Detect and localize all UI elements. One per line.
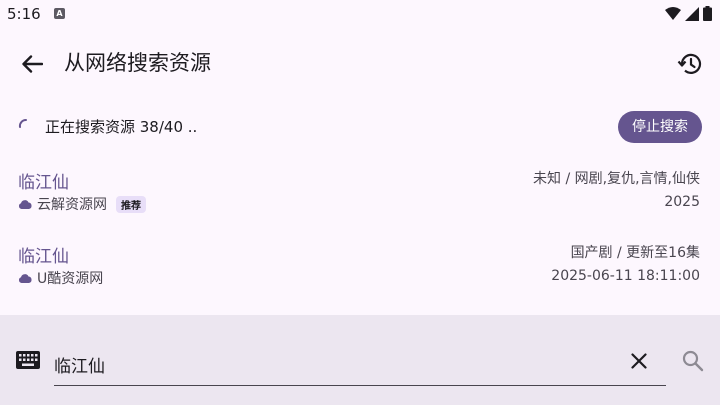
stop-search-button[interactable]: 停止搜索 <box>618 111 702 143</box>
search-button[interactable] <box>680 348 706 374</box>
close-icon <box>631 353 647 369</box>
page-title: 从网络搜索资源 <box>64 51 211 75</box>
wifi-icon <box>665 6 681 20</box>
history-icon <box>677 53 702 74</box>
result-item[interactable]: 临江仙 U酷资源网 国产剧 / 更新至16集 2025-06-11 18:11:… <box>0 242 720 306</box>
search-input[interactable] <box>54 343 666 386</box>
status-icons <box>665 6 712 21</box>
arrow-back-icon <box>22 55 43 73</box>
result-updated-time: 2025-06-11 18:11:00 <box>551 268 700 284</box>
recommend-badge: 推荐 <box>116 195 146 213</box>
search-progress: 正在搜索资源 38/40 .. 停止搜索 <box>0 108 720 146</box>
result-title: 临江仙 <box>18 173 69 193</box>
result-meta: 未知 / 网剧,复仇,言情,仙侠 <box>533 171 700 187</box>
result-source: U酷资源网 <box>18 268 103 288</box>
result-source: 云解资源网 推荐 <box>18 194 146 214</box>
back-button[interactable] <box>16 48 48 80</box>
loading-spinner-icon <box>18 118 27 128</box>
result-year: 2025 <box>664 194 700 210</box>
app-bar: 从网络搜索资源 <box>0 36 720 92</box>
result-meta: 国产剧 / 更新至16集 <box>570 245 700 261</box>
cloud-icon <box>18 274 32 283</box>
clear-button[interactable] <box>626 348 652 374</box>
result-source-name: 云解资源网 <box>37 197 107 213</box>
signal-icon <box>685 6 699 21</box>
result-source-name: U酷资源网 <box>37 271 104 287</box>
search-icon <box>682 350 704 372</box>
keyboard-icon[interactable] <box>16 351 40 369</box>
battery-icon <box>703 6 712 21</box>
status-bar: 5:16 A <box>0 0 720 28</box>
result-item[interactable]: 临江仙 云解资源网 推荐 未知 / 网剧,复仇,言情,仙侠 2025 <box>0 168 720 232</box>
history-button[interactable] <box>674 48 706 80</box>
notification-icon: A <box>54 8 65 19</box>
cloud-icon <box>18 200 32 209</box>
status-time: 5:16 <box>7 5 41 23</box>
search-panel <box>0 315 720 405</box>
result-title: 临江仙 <box>18 247 69 267</box>
progress-text: 正在搜索资源 38/40 .. <box>45 118 198 136</box>
